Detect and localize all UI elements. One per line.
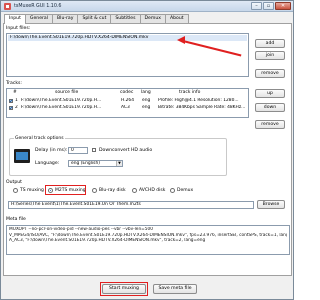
- avchd-disk-radio[interactable]: [132, 188, 137, 193]
- m2ts-highlight-box: [45, 185, 86, 195]
- close-button[interactable]: ✕: [275, 2, 291, 10]
- track-num: 2: [15, 105, 18, 110]
- blu-ray-disk-label: Blu-ray disk: [99, 188, 126, 193]
- join-button[interactable]: join: [255, 51, 285, 60]
- output-path-field[interactable]: H:\Series\The Event\1\The.Event.S01E19.U…: [8, 201, 254, 209]
- column-header-source: source file: [55, 90, 79, 95]
- delay-label: Delay (in ms):: [35, 148, 68, 153]
- delay-input[interactable]: 0: [68, 147, 88, 154]
- up-button[interactable]: up: [255, 89, 285, 98]
- column-header-lang: lang: [141, 90, 151, 95]
- tab-split-cut[interactable]: Split & cut: [77, 14, 112, 23]
- meta-line: A_AC3, "F:\down\The.Event.S01E19.720p.HD…: [9, 238, 206, 243]
- column-header-codec: codec: [120, 90, 134, 95]
- downconvert-checkbox[interactable]: [92, 148, 96, 152]
- language-label: Language:: [35, 161, 60, 166]
- window-controls: – ▫ ✕: [251, 2, 291, 10]
- start-muxing-highlight-box: [100, 282, 148, 296]
- output-label: Output: [6, 180, 22, 185]
- main-window: tsMuxeR GUI 1.10.6 – ▫ ✕ Input General B…: [0, 0, 294, 300]
- language-value: eng (English): [71, 161, 100, 166]
- tracks-table[interactable]: # source file codec lang track info 1 F:…: [6, 88, 249, 118]
- remove-track-button[interactable]: remove: [255, 120, 285, 129]
- track-info: Bitrate: 384Kbps Sample Rate: 48KHz...: [158, 105, 246, 110]
- track-info: Profile: High@4.1 Resolution: 1280...: [158, 98, 239, 103]
- column-header-num: #: [13, 90, 17, 95]
- track-row[interactable]: 2 F:\down\The.Event.S01E19.720p.H... AC3…: [8, 105, 247, 111]
- tsmuxer-app-icon: [4, 2, 11, 10]
- track-source: F:\down\The.Event.S01E19.720p.H...: [21, 105, 102, 110]
- blu-ray-disk-radio[interactable]: [92, 188, 97, 193]
- track-num: 1: [15, 98, 18, 103]
- input-files-label: Input files:: [6, 26, 31, 31]
- input-file-item[interactable]: F:\down\The.Event.S01E19.720p.HDTV.X264-…: [8, 35, 247, 41]
- add-button[interactable]: add: [255, 39, 285, 48]
- tab-subtitles[interactable]: Subtitles: [110, 14, 141, 23]
- downconvert-label: Downconvert HD audio: [99, 148, 153, 153]
- track-lang: eng: [142, 105, 151, 110]
- demux-radio[interactable]: [170, 188, 175, 193]
- output-group: TS muxing M2TS muxing Blu-ray disk AVCHD…: [6, 185, 290, 214]
- ts-muxing-label: TS muxing: [20, 188, 44, 193]
- track-row[interactable]: 1 F:\down\The.Event.S01E19.720p.H... H.2…: [8, 98, 247, 104]
- down-button[interactable]: down: [255, 103, 285, 112]
- window-title: tsMuxeR GUI 1.10.6: [14, 3, 62, 9]
- tab-about[interactable]: About: [164, 14, 189, 23]
- track-source: F:\down\The.Event.S01E19.720p.H...: [21, 98, 102, 103]
- browse-button[interactable]: Browse: [257, 200, 285, 209]
- maximize-button[interactable]: ▫: [263, 2, 274, 10]
- tab-bar: Input General Blu-ray Split & cut Subtit…: [4, 14, 189, 24]
- title-bar: tsMuxeR GUI 1.10.6 – ▫ ✕: [1, 1, 293, 12]
- tab-general[interactable]: General: [24, 14, 54, 23]
- track-codec: AC3: [121, 105, 130, 110]
- save-meta-file-button[interactable]: Save meta file: [153, 284, 197, 294]
- track-enable-checkbox[interactable]: [9, 106, 13, 110]
- column-header-track-info: track info: [179, 90, 201, 95]
- chevron-down-icon: ▼: [116, 161, 122, 166]
- minimize-button[interactable]: –: [251, 2, 262, 10]
- language-select[interactable]: eng (English) ▼: [68, 160, 123, 167]
- avchd-disk-label: AVCHD disk: [139, 188, 166, 193]
- input-files-list[interactable]: F:\down\The.Event.S01E19.720p.HDTV.X264-…: [6, 33, 249, 77]
- ts-muxing-radio[interactable]: [13, 188, 18, 193]
- action-bar: Start muxing Save meta file: [1, 278, 293, 299]
- demux-label: Demux: [177, 188, 194, 193]
- general-track-options-group: General track options Delay (in ms): 0 D…: [9, 136, 227, 176]
- meta-file-label: Meta file: [6, 217, 26, 222]
- tab-demux[interactable]: Demux: [139, 14, 166, 23]
- tracks-label: Tracks:: [6, 81, 22, 86]
- track-lang: eng: [142, 98, 151, 103]
- meta-file-textarea[interactable]: MUXOPT --no-pcr-on-video-pid --new-audio…: [6, 225, 290, 255]
- track-codec: H.264: [121, 98, 135, 103]
- remove-file-button[interactable]: remove: [255, 69, 285, 78]
- general-track-options-title: General track options: [14, 136, 65, 141]
- tab-input[interactable]: Input: [4, 14, 26, 24]
- film-strip-icon: [14, 149, 30, 163]
- track-enable-checkbox[interactable]: [9, 99, 13, 103]
- tab-blu-ray[interactable]: Blu-ray: [52, 14, 79, 23]
